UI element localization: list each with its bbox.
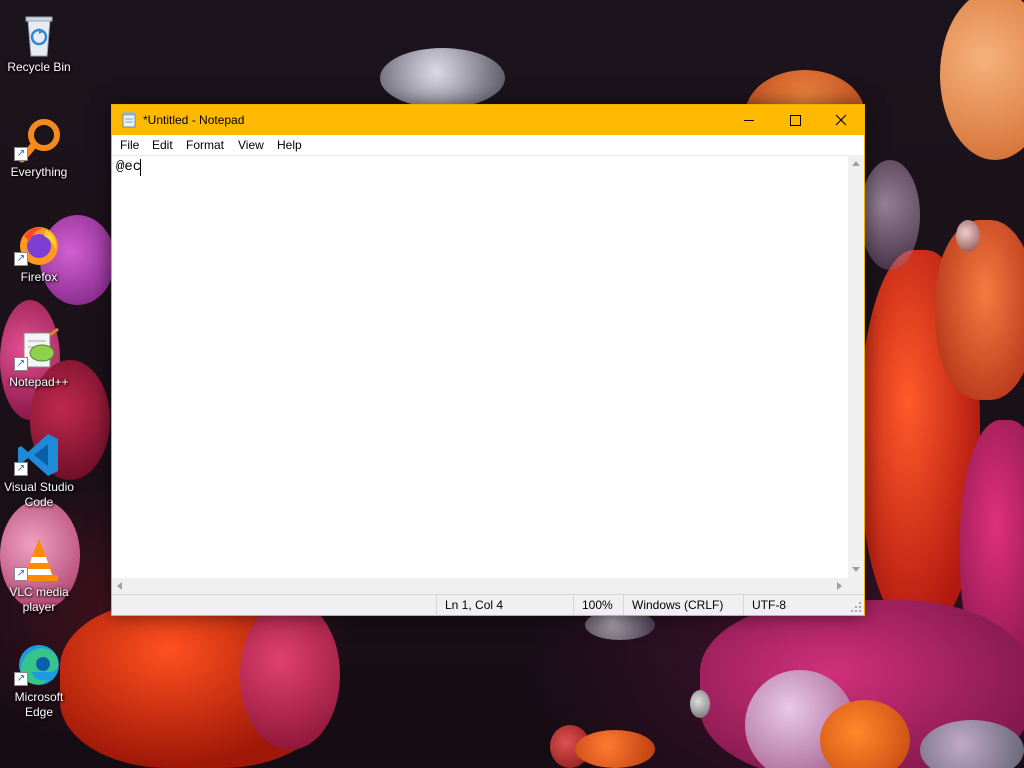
scroll-corner: [848, 578, 864, 594]
desktop-icon-notepad-plus-plus[interactable]: ↗ Notepad++: [2, 321, 76, 421]
resize-grip-icon[interactable]: [850, 601, 862, 613]
desktop-icon-label: Microsoft Edge: [14, 690, 64, 719]
shortcut-arrow-icon: ↗: [14, 672, 28, 686]
desktop-icon-edge[interactable]: ↗ Microsoft Edge: [2, 636, 76, 736]
scroll-right-arrow-icon[interactable]: [837, 582, 842, 590]
wallpaper-blob: [575, 730, 655, 768]
text-editor[interactable]: @ec: [112, 155, 848, 578]
wallpaper-blob: [860, 160, 920, 270]
window-title: *Untitled - Notepad: [143, 113, 245, 127]
status-zoom: 100%: [573, 595, 623, 615]
desktop-icon-everything[interactable]: ↗ Everything: [2, 111, 76, 211]
status-bar: Ln 1, Col 4 100% Windows (CRLF) UTF-8: [112, 594, 864, 615]
minimize-button[interactable]: [726, 105, 772, 135]
scroll-down-arrow-icon[interactable]: [852, 567, 860, 572]
desktop-icon-firefox[interactable]: ↗ Firefox: [2, 216, 76, 316]
desktop-icon-label: Everything: [10, 165, 68, 179]
menu-edit[interactable]: Edit: [152, 138, 173, 152]
title-bar[interactable]: *Untitled - Notepad: [112, 105, 864, 135]
vertical-scrollbar[interactable]: [848, 155, 864, 578]
status-cursor-position: Ln 1, Col 4: [436, 595, 573, 615]
minimize-icon: [744, 120, 754, 121]
shortcut-arrow-icon: ↗: [14, 252, 28, 266]
wallpaper-blob: [380, 48, 505, 108]
desktop-icon-label: VLC media player: [9, 585, 69, 614]
wallpaper-blob: [240, 600, 340, 750]
notepad-app-icon: [122, 112, 136, 128]
recycle-bin-icon: [25, 16, 53, 57]
wallpaper-blob: [690, 690, 710, 718]
desktop-icon-label: Recycle Bin: [7, 60, 71, 74]
menu-file[interactable]: File: [120, 138, 139, 152]
status-encoding: UTF-8: [743, 595, 848, 615]
desktop-icon-vlc[interactable]: ↗ VLC media player: [2, 531, 76, 631]
shortcut-arrow-icon: ↗: [14, 357, 28, 371]
menu-format[interactable]: Format: [186, 138, 224, 152]
close-button[interactable]: [818, 105, 864, 135]
desktop-icons: Recycle Bin ↗ Everything ↗ Firefox ↗ Not…: [0, 0, 80, 768]
menu-help[interactable]: Help: [277, 138, 302, 152]
notepad-window: *Untitled - Notepad File Edit Format Vie…: [111, 104, 865, 616]
wallpaper-blob: [935, 220, 1024, 400]
shortcut-arrow-icon: ↗: [14, 462, 28, 476]
shortcut-arrow-icon: ↗: [14, 147, 28, 161]
desktop-icon-label: Visual Studio Code: [4, 480, 74, 509]
maximize-button[interactable]: [772, 105, 818, 135]
wallpaper-blob: [940, 0, 1024, 160]
desktop-icon-vscode[interactable]: ↗ Visual Studio Code: [2, 426, 76, 526]
close-icon: [835, 114, 847, 126]
editor-content[interactable]: @ec: [116, 159, 141, 175]
horizontal-scrollbar[interactable]: [112, 578, 848, 594]
text-caret: [140, 159, 141, 176]
maximize-icon: [790, 115, 801, 126]
desktop-icon-recycle-bin[interactable]: Recycle Bin: [2, 6, 76, 106]
wallpaper-blob: [956, 220, 980, 252]
desktop-icon-label: Firefox: [20, 270, 58, 284]
status-line-ending: Windows (CRLF): [623, 595, 743, 615]
menu-bar: File Edit Format View Help: [112, 135, 864, 155]
shortcut-arrow-icon: ↗: [14, 567, 28, 581]
scroll-up-arrow-icon[interactable]: [852, 161, 860, 166]
scroll-left-arrow-icon[interactable]: [117, 582, 122, 590]
menu-view[interactable]: View: [238, 138, 264, 152]
desktop-icon-label: Notepad++: [9, 375, 69, 389]
